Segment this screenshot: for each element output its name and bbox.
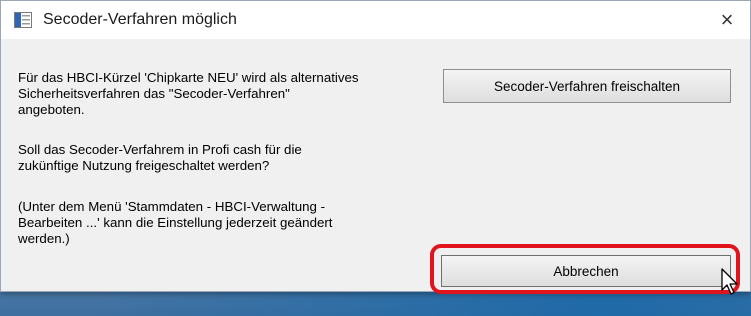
close-button[interactable]: × (710, 3, 744, 37)
dialog-window: Secoder-Verfahren möglich × Für das HBCI… (0, 0, 751, 292)
title-bar: Secoder-Verfahren möglich × (1, 1, 750, 39)
close-icon: × (720, 7, 734, 32)
dialog-body: Für das HBCI-Kürzel 'Chipkarte NEU' wird… (1, 39, 750, 291)
unlock-secoder-button-label: Secoder-Verfahren freischalten (493, 78, 681, 94)
mouse-pointer-icon (721, 268, 738, 295)
unlock-secoder-button[interactable]: Secoder-Verfahren freischalten (443, 69, 731, 103)
message-info: Für das HBCI-Kürzel 'Chipkarte NEU' wird… (18, 70, 359, 117)
message-question: Soll das Secoder-Verfahrem in Profi cash… (18, 142, 302, 173)
cancel-button[interactable]: Abbrechen (441, 255, 731, 287)
message-hint: (Unter dem Menü 'Stammdaten - HBCI-Verwa… (18, 199, 333, 246)
cancel-button-label: Abbrechen (553, 263, 619, 279)
dialog-title: Secoder-Verfahren möglich (43, 11, 237, 28)
app-window-icon (14, 12, 32, 28)
